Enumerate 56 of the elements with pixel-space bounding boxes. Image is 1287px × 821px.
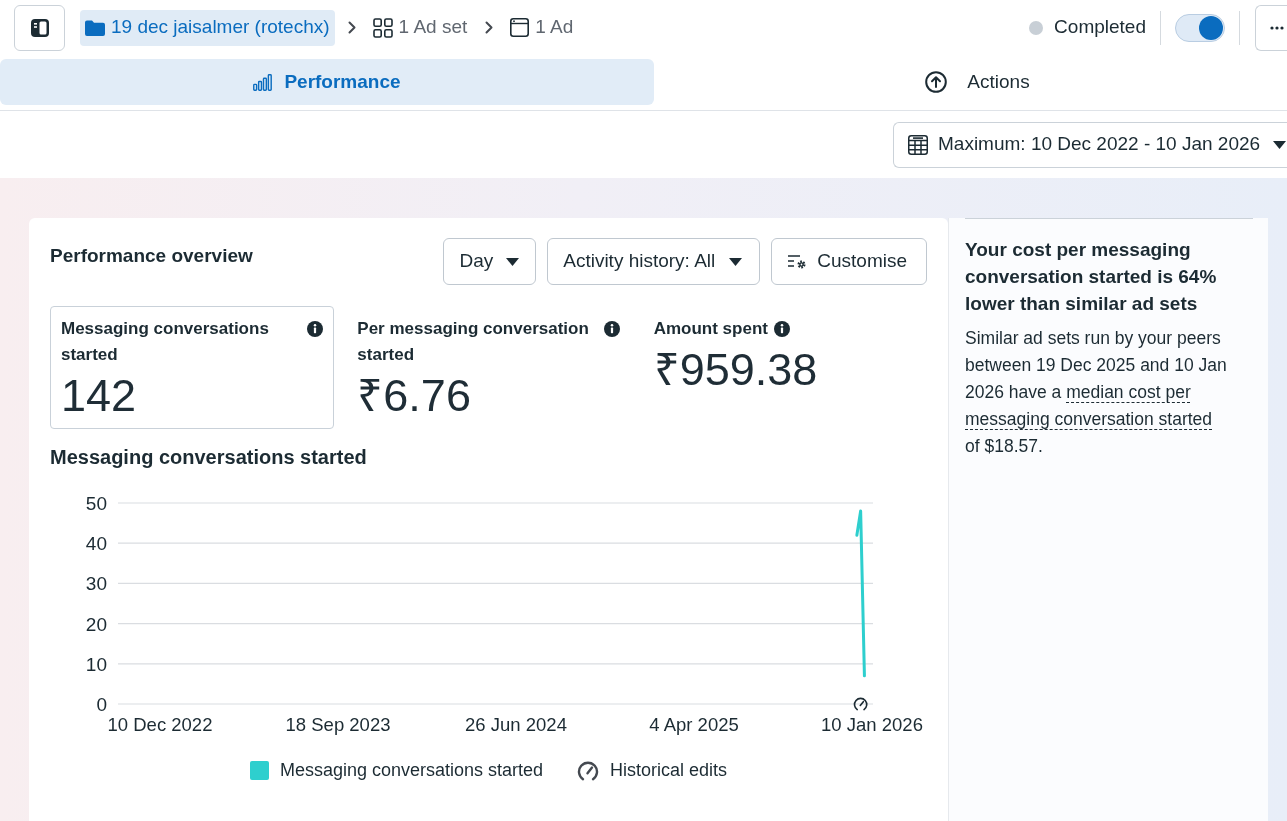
axis-label: 20	[85, 613, 107, 635]
dropdown-button[interactable]: Activity history: All	[547, 238, 761, 285]
legend-label: Historical edits	[610, 759, 728, 782]
tab[interactable]: Performance	[0, 59, 654, 105]
insight-text: Similar ad sets run by your peers between 19 Dec 2025 and 10 Jan 2026 have a median cost per messaging conversation started of $18.57.	[965, 327, 1228, 458]
gauge-icon	[577, 760, 600, 781]
axis-label: 30	[85, 573, 107, 595]
metric-value: 142	[61, 372, 138, 420]
axis-label: 26 Jun 2024	[465, 714, 567, 735]
sliders-gear-icon	[788, 253, 808, 270]
metric-value: ₹959.38	[653, 346, 819, 394]
metric-label: Amount spent	[653, 318, 768, 340]
tab[interactable]: Actions	[654, 59, 1287, 105]
metric-value: ₹6.76	[357, 372, 472, 420]
breadcrumb-link[interactable]: 1 Ad set	[367, 9, 473, 46]
axis-label: 4 Apr 2025	[649, 714, 739, 735]
insight-title: Your cost per messaging conversation started is 64% lower than similar ad sets	[965, 238, 1218, 316]
axis-label: 10 Dec 2022	[107, 714, 213, 735]
caret-down-icon	[1273, 140, 1287, 149]
dropdown-button[interactable]: Day	[443, 238, 537, 285]
caret-down-icon	[506, 257, 520, 266]
metric-label: Per messaging conversation started	[357, 318, 590, 366]
date-range-dropdown[interactable]: Maximum: 10 Dec 2022 - 10 Jan 2026	[893, 121, 1287, 168]
breadcrumb-link[interactable]: 1 Ad	[505, 9, 579, 46]
panel-icon	[29, 17, 50, 38]
section-title: Performance overview	[50, 244, 253, 268]
gauge-marker-icon[interactable]	[853, 697, 868, 711]
arrow-up-circle-icon	[925, 71, 948, 93]
grid-icon	[372, 17, 393, 38]
more-icon	[1270, 25, 1284, 30]
status-dot-icon	[1029, 20, 1044, 35]
axis-label: 40	[85, 533, 107, 555]
info-icon	[307, 321, 324, 337]
info-icon	[603, 321, 620, 337]
breadcrumb-link[interactable]: 19 dec jaisalmer (rotechx)	[80, 9, 335, 46]
legend-label: Messaging conversations started	[279, 759, 544, 782]
chevron-right-icon	[347, 21, 356, 34]
metric-label: Messaging conversations started	[61, 318, 270, 366]
axis-label: 10	[85, 653, 107, 675]
window-icon	[510, 18, 530, 37]
toggle-switch[interactable]	[1175, 13, 1225, 42]
metric-card[interactable]: Messaging conversations started 142	[50, 306, 335, 429]
info-icon	[773, 321, 790, 337]
chevron-right-icon	[485, 21, 494, 34]
calendar-icon	[908, 134, 928, 155]
axis-label: 0	[96, 694, 107, 715]
axis-label: 18 Sep 2023	[285, 714, 391, 735]
customise-button[interactable]: Customise	[771, 238, 927, 285]
axis-label: 50	[85, 493, 107, 514]
bar-chart-icon	[253, 73, 273, 91]
axis-label: 10 Jan 2026	[821, 714, 923, 735]
chart-title: Messaging conversations started	[50, 445, 368, 470]
caret-down-icon	[729, 257, 743, 266]
status-label: Completed	[1054, 15, 1146, 40]
folder-icon	[85, 19, 105, 36]
sidebar-toggle-button[interactable]	[14, 4, 65, 51]
